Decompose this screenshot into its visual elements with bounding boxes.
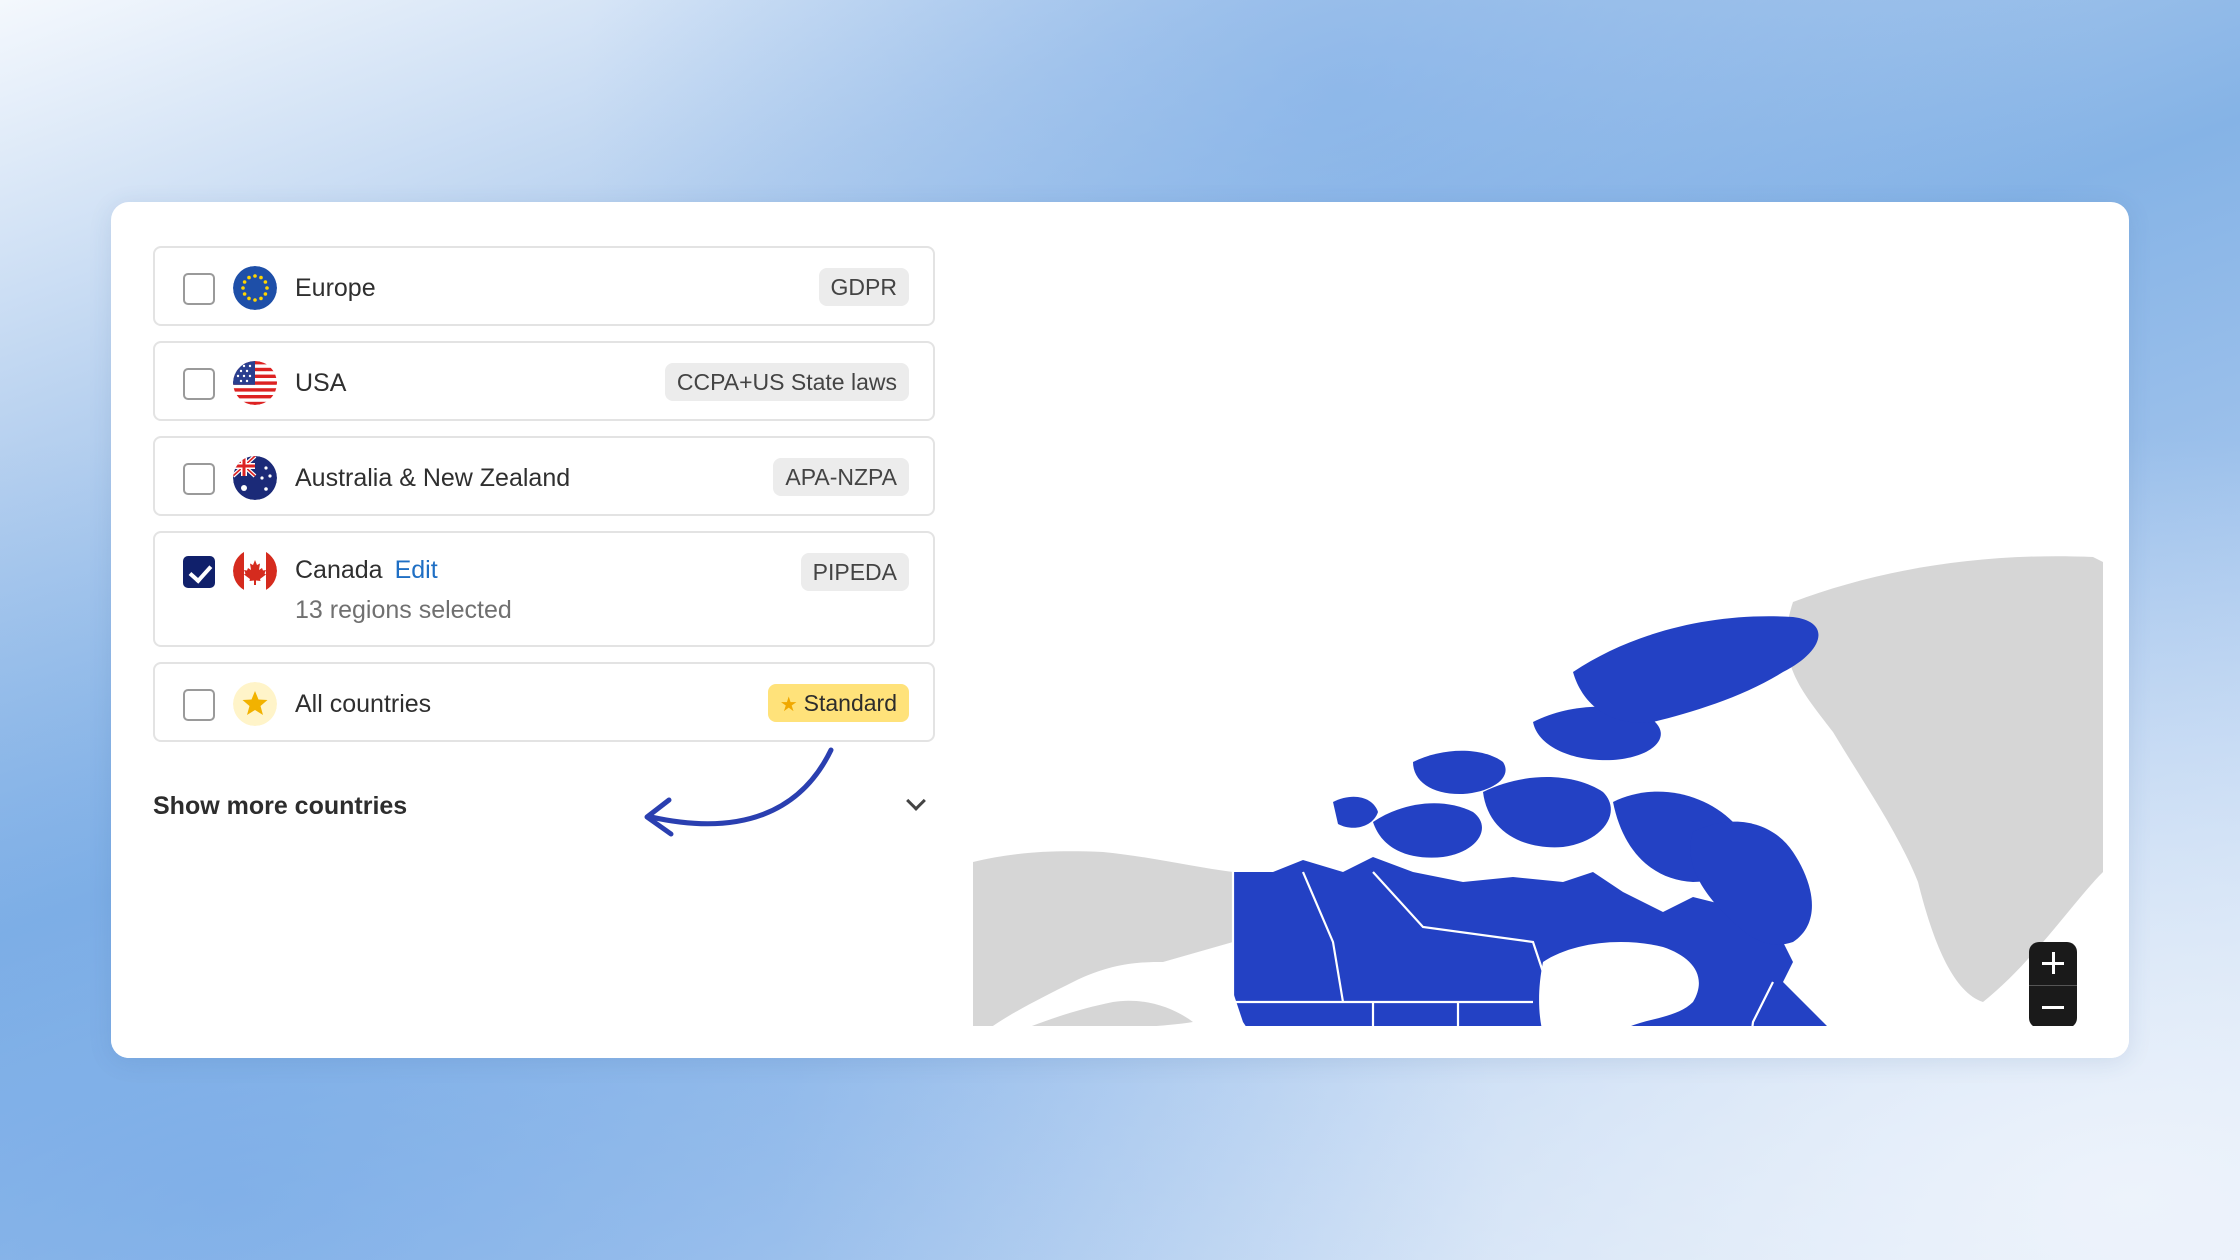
law-badge-apa-nzpa: APA-NZPA: [773, 458, 909, 496]
region-row-australia-nz[interactable]: Australia & New Zealand APA-NZPA: [153, 436, 935, 516]
checkbox-australia-nz[interactable]: [183, 463, 215, 495]
zoom-in-button[interactable]: [2029, 942, 2077, 985]
region-selector-panel: Europe GDPR USA CCPA+US State laws Austr…: [111, 202, 2129, 1058]
map-arctic-island-2: [1483, 777, 1611, 848]
region-list: Europe GDPR USA CCPA+US State laws Austr…: [153, 246, 935, 757]
region-label-all-countries: All countries: [295, 690, 432, 718]
region-label-canada: Canada Edit: [295, 553, 438, 587]
checkbox-usa[interactable]: [183, 368, 215, 400]
ca-flag-icon: [233, 549, 277, 593]
checkbox-all-countries[interactable]: [183, 689, 215, 721]
show-more-label: Show more countries: [153, 792, 408, 820]
standard-badge: ★ Standard: [767, 684, 909, 722]
region-label-usa: USA: [295, 369, 347, 397]
region-label-europe: Europe: [295, 274, 376, 302]
region-name-canada: Canada: [295, 556, 383, 584]
map-arctic-island-6: [1333, 796, 1378, 828]
eu-flag-icon: [233, 266, 277, 310]
map-arctic-island-4: [1413, 750, 1506, 795]
region-row-usa[interactable]: USA CCPA+US State laws: [153, 341, 935, 421]
star-icon: [233, 682, 277, 726]
map-alaska: [973, 851, 1233, 1027]
map-zoom-control: [2029, 942, 2077, 1028]
map-ellesmere-island: [1573, 616, 1819, 723]
law-badge-ccpa: CCPA+US State laws: [664, 363, 909, 401]
regions-selected-count: 13 regions selected: [295, 596, 512, 624]
checkbox-canada[interactable]: [183, 556, 215, 588]
standard-badge-label: Standard: [803, 690, 897, 716]
plus-icon-v: [2051, 952, 2055, 974]
map-greenland: [1786, 556, 2103, 1002]
minus-icon: [2042, 1006, 2064, 1009]
region-row-europe[interactable]: Europe GDPR: [153, 246, 935, 326]
au-flag-icon: [233, 456, 277, 500]
us-flag-icon: [233, 361, 277, 405]
region-label-australia-nz: Australia & New Zealand: [295, 464, 571, 492]
zoom-out-button[interactable]: [2029, 985, 2077, 1028]
checkbox-europe[interactable]: [183, 273, 215, 305]
region-row-canada[interactable]: Canada Edit 13 regions selected PIPEDA: [153, 531, 935, 647]
edit-canada-link[interactable]: Edit: [395, 556, 438, 584]
map-arctic-island-1: [1373, 803, 1482, 858]
chevron-down-icon: [906, 791, 926, 811]
badge-star-icon: ★: [779, 694, 798, 716]
region-row-all-countries[interactable]: All countries ★ Standard: [153, 662, 935, 742]
region-map[interactable]: [973, 402, 2103, 1027]
panel-footer: [111, 1026, 2129, 1058]
law-badge-pipeda: PIPEDA: [800, 553, 909, 591]
annotation-arrow-icon: [644, 747, 834, 837]
law-badge-gdpr: GDPR: [818, 268, 909, 306]
